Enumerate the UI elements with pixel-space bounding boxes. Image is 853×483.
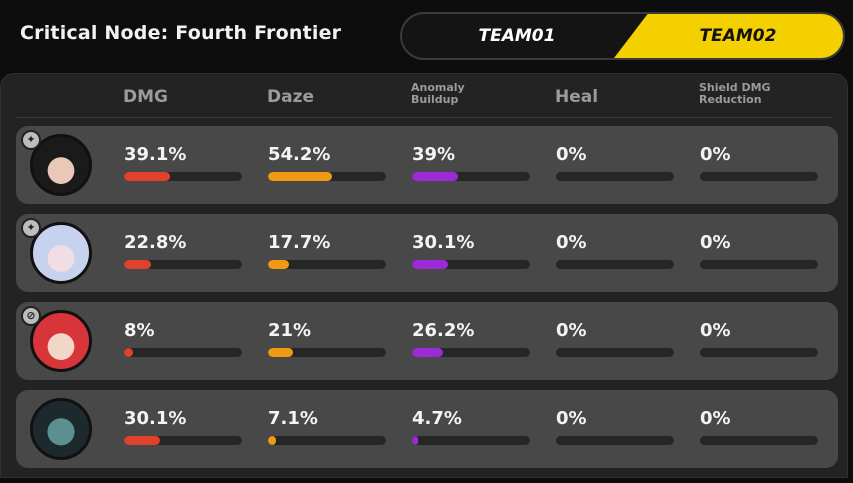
stat-bar-fill (412, 260, 448, 269)
attribute-icon: ✦ (21, 130, 41, 150)
stat-bar-fill (268, 260, 289, 269)
stat-value: 0% (556, 232, 587, 253)
stat-bar (268, 172, 386, 181)
stat-value: 17.7% (268, 232, 331, 253)
stat-value: 54.2% (268, 144, 331, 165)
stat-value: 0% (700, 408, 731, 429)
stat-bar (124, 436, 242, 445)
stat-bar (268, 436, 386, 445)
stat-dmg: 39.1% (124, 126, 244, 204)
stat-value: 21% (268, 320, 312, 341)
stat-shield: 0% (700, 390, 820, 468)
stat-value: 0% (556, 320, 587, 341)
stat-daze: 7.1% (268, 390, 388, 468)
stat-bar (124, 172, 242, 181)
stat-daze: 54.2% (268, 126, 388, 204)
stat-bar-fill (268, 348, 293, 357)
stat-value: 7.1% (268, 408, 318, 429)
stat-value: 0% (700, 320, 731, 341)
stat-bar (700, 172, 818, 181)
stat-anomaly: 39% (412, 126, 532, 204)
stat-bar-fill (412, 172, 459, 181)
column-header-shield-dmg-reduction: Shield DMG Reduction (699, 81, 771, 106)
stat-bar (412, 260, 530, 269)
stat-bar-fill (412, 436, 418, 445)
agent-row: ⊘ 8% 21% 26.2% 0% 0% (16, 302, 838, 380)
stat-dmg: 30.1% (124, 390, 244, 468)
stat-bar (268, 260, 386, 269)
stat-bar (124, 260, 242, 269)
stat-bar (700, 260, 818, 269)
stat-bar (700, 348, 818, 357)
column-header-dmg: DMG (123, 87, 168, 107)
stat-bar-fill (124, 260, 151, 269)
stat-dmg: 22.8% (124, 214, 244, 292)
stat-bar-fill (124, 436, 160, 445)
attribute-icon: ⊘ (21, 306, 41, 326)
stat-bar (124, 348, 242, 357)
stat-value: 8% (124, 320, 155, 341)
stat-anomaly: 4.7% (412, 390, 532, 468)
stat-bar (412, 436, 530, 445)
stat-bar (412, 348, 530, 357)
stat-value: 0% (700, 144, 731, 165)
stat-value: 0% (556, 408, 587, 429)
agent-avatar[interactable] (30, 398, 92, 460)
stat-heal: 0% (556, 126, 676, 204)
stat-bar (556, 260, 674, 269)
stat-bar (268, 348, 386, 357)
attribute-icon: ✦ (21, 218, 41, 238)
agent-row: ✦ 39.1% 54.2% 39% 0% 0% (16, 126, 838, 204)
column-header-anomaly-buildup: Anomaly Buildup (411, 81, 465, 106)
stat-daze: 17.7% (268, 214, 388, 292)
agent-row: 30.1% 7.1% 4.7% 0% 0% (16, 390, 838, 468)
stat-value: 30.1% (412, 232, 475, 253)
stat-value: 0% (700, 232, 731, 253)
stat-heal: 0% (556, 302, 676, 380)
header-divider (15, 117, 833, 118)
tab-team02[interactable]: TEAM02 (614, 14, 843, 58)
stat-bar-fill (124, 348, 134, 357)
stat-heal: 0% (556, 214, 676, 292)
stat-value: 0% (556, 144, 587, 165)
stat-shield: 0% (700, 126, 820, 204)
stat-bar (412, 172, 530, 181)
stat-value: 22.8% (124, 232, 187, 253)
agent-row: ✦ 22.8% 17.7% 30.1% 0% 0% (16, 214, 838, 292)
stat-value: 26.2% (412, 320, 475, 341)
stat-shield: 0% (700, 302, 820, 380)
stat-bar (700, 436, 818, 445)
stat-bar (556, 348, 674, 357)
stat-dmg: 8% (124, 302, 244, 380)
stat-bar (556, 172, 674, 181)
page-title: Critical Node: Fourth Frontier (20, 22, 342, 44)
stat-value: 39% (412, 144, 456, 165)
stat-value: 39.1% (124, 144, 187, 165)
team-tabs: TEAM01 TEAM02 (400, 12, 845, 60)
stat-anomaly: 26.2% (412, 302, 532, 380)
stat-anomaly: 30.1% (412, 214, 532, 292)
stat-shield: 0% (700, 214, 820, 292)
stat-value: 30.1% (124, 408, 187, 429)
column-header-row: DMG Daze Anomaly Buildup Heal Shield DMG… (1, 74, 847, 118)
stat-bar-fill (268, 436, 277, 445)
stat-bar-fill (412, 348, 443, 357)
stat-bar (556, 436, 674, 445)
top-bar: Critical Node: Fourth Frontier TEAM01 TE… (0, 0, 853, 70)
stat-daze: 21% (268, 302, 388, 380)
stats-panel: DMG Daze Anomaly Buildup Heal Shield DMG… (0, 73, 848, 478)
tab-team02-label: TEAM02 (699, 26, 777, 46)
stat-value: 4.7% (412, 408, 462, 429)
stat-bar-fill (124, 172, 171, 181)
stat-bar-fill (268, 172, 332, 181)
column-header-daze: Daze (267, 87, 315, 107)
stat-heal: 0% (556, 390, 676, 468)
tab-team01[interactable]: TEAM01 (402, 14, 632, 58)
column-header-heal: Heal (555, 87, 599, 107)
